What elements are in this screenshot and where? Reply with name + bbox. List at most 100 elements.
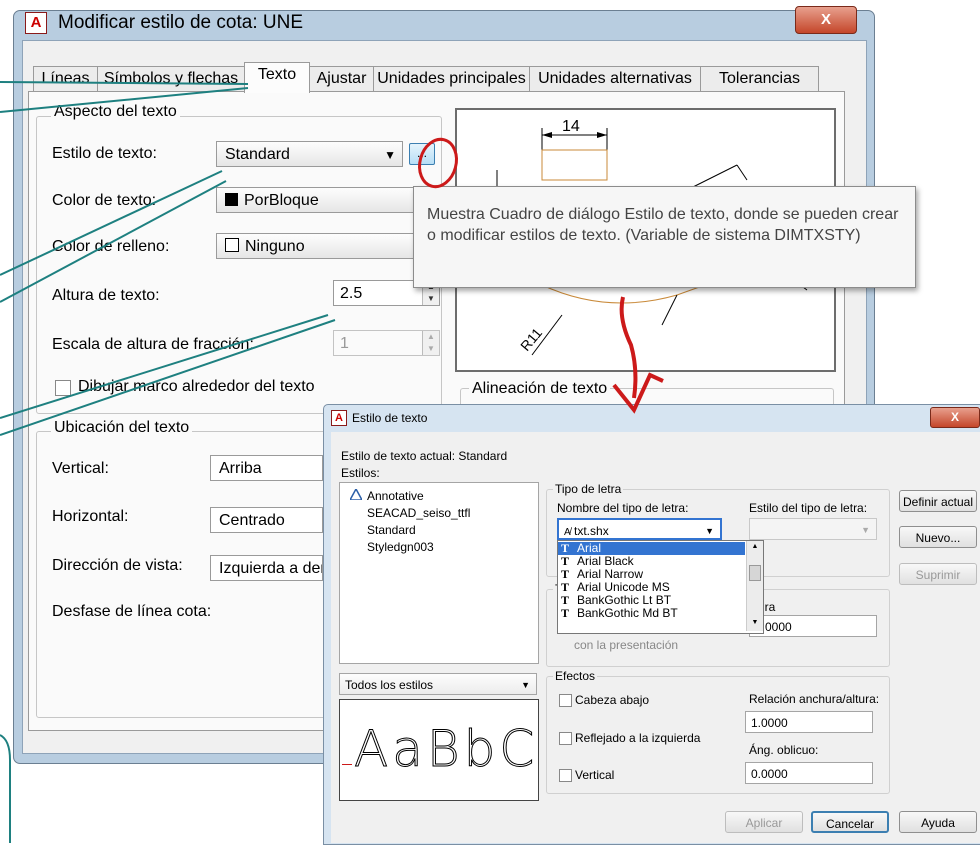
vertical-label: Vertical: <box>52 460 109 477</box>
text-style-dialog-title: Estilo de texto <box>352 411 428 425</box>
spin-updown-icon[interactable]: ▲▼ <box>422 331 439 355</box>
nombre-tipo-label: Nombre del tipo de letra: <box>557 501 689 515</box>
preview-sample-text: AaBbCc <box>354 720 539 779</box>
font-list-item-label: Arial Narrow <box>577 567 644 581</box>
color-relleno-label: Color de relleno: <box>52 238 170 255</box>
arrowhead-right-icon <box>597 132 607 138</box>
horizontal-label: Horizontal: <box>52 508 129 525</box>
tab-unidades-alternativas[interactable]: Unidades alternativas <box>529 66 701 91</box>
suprimir-button[interactable]: Suprimir <box>899 563 977 585</box>
altura-texto-value: 2.5 <box>340 285 363 302</box>
chevron-down-icon: ▼ <box>705 526 714 536</box>
chevron-down-icon: ▼ <box>384 148 396 162</box>
reflejado-checkbox[interactable] <box>559 732 572 745</box>
escala-fraccion-spinner[interactable]: 1 ▲ ▼ <box>333 330 440 356</box>
cancelar-button[interactable]: Cancelar <box>811 811 889 833</box>
altura-texto-label: Altura de texto: <box>52 287 160 304</box>
ayuda-button[interactable]: Ayuda <box>899 811 977 833</box>
font-list-item-label: Arial <box>577 541 602 555</box>
tab-unidades-principales[interactable]: Unidades principales <box>373 66 530 91</box>
tab-simbolos-flechas[interactable]: Símbolos y flechas <box>97 66 245 91</box>
nombre-tipo-value: txt.shx <box>574 524 609 538</box>
tooltip-text: Muestra Cuadro de diálogo Estilo de text… <box>427 206 899 244</box>
dim-tick-angled <box>736 164 748 181</box>
altura-input[interactable]: 0.0000 <box>749 615 877 637</box>
font-list-item-label: Arial Black <box>577 554 634 568</box>
cabeza-abajo-checkbox[interactable] <box>559 694 572 707</box>
color-texto-label: Color de texto: <box>52 192 157 209</box>
presentacion-label: con la presentación <box>574 638 679 652</box>
tab-texto[interactable]: Texto <box>244 62 310 93</box>
dim-leader-lower <box>661 294 678 326</box>
oblicuo-input[interactable]: 0.0000 <box>745 762 873 784</box>
style-preview: AaBbCc <box>339 699 539 801</box>
scroll-up-icon[interactable]: ▲ <box>747 541 763 553</box>
styles-list[interactable]: Annotative SEACAD_seiso_ttfl Standard St… <box>339 482 539 664</box>
relacion-input[interactable]: 1.0000 <box>745 711 873 733</box>
escala-fraccion-value: 1 <box>340 335 349 352</box>
nombre-tipo-select[interactable]: A̸ txt.shx ▼ <box>557 518 722 540</box>
oblicuo-label: Áng. oblicuo: <box>749 743 819 757</box>
ubicacion-texto-title: Ubicación del texto <box>51 419 193 437</box>
font-list-item-label: BankGothic Md BT <box>577 606 678 620</box>
annotative-icon <box>348 487 364 503</box>
estilo-texto-ellipsis-button[interactable]: ... <box>409 143 435 165</box>
color-swatch-black <box>225 193 238 206</box>
tab-ajustar[interactable]: Ajustar <box>309 66 374 91</box>
list-item[interactable]: Styledgn003 <box>367 540 434 554</box>
estilo-texto-value: Standard <box>225 146 290 163</box>
text-style-close-button[interactable]: X <box>930 407 980 428</box>
color-texto-value: PorBloque <box>244 192 319 209</box>
list-item[interactable]: SEACAD_seiso_ttfl <box>367 506 470 520</box>
estilo-texto-label: Estilo de texto: <box>52 145 157 162</box>
tab-lineas[interactable]: Líneas <box>33 66 98 91</box>
scroll-down-icon[interactable]: ▼ <box>747 617 763 629</box>
dim-text-r11: R11 <box>517 325 545 354</box>
arrowhead-left-icon <box>542 132 552 138</box>
font-dropdown-list[interactable]: T Arial T Arial Black T Arial Narrow T Arial… <box>557 540 764 634</box>
relacion-label: Relación anchura/altura: <box>749 692 880 706</box>
direccion-label: Dirección de vista: <box>52 557 183 574</box>
tab-tolerancias[interactable]: Tolerancias <box>700 66 819 91</box>
styles-filter-select[interactable]: Todos los estilos ▼ <box>339 673 537 695</box>
vertical-efecto-label: Vertical <box>575 768 615 782</box>
current-style-row: Estilo de texto actual: Standard <box>341 449 507 463</box>
styles-filter-value: Todos los estilos <box>345 678 434 692</box>
current-style-label: Estilo de texto actual: <box>341 449 456 463</box>
direccion-select[interactable]: Izquierda a der <box>210 555 323 581</box>
shx-font-icon: A̸ <box>564 527 571 538</box>
color-relleno-select[interactable]: Ninguno <box>216 233 416 259</box>
color-relleno-value: Ninguno <box>245 238 305 255</box>
dim-text-14: 14 <box>562 118 580 135</box>
efectos-title: Efectos <box>553 669 598 683</box>
list-item[interactable]: Annotative <box>367 489 424 503</box>
font-list-item-label: BankGothic Lt BT <box>577 593 672 607</box>
aplicar-button[interactable]: Aplicar <box>725 811 803 833</box>
vertical-select[interactable]: Arriba <box>210 455 323 481</box>
autocad-app-icon: A <box>25 12 47 34</box>
autocad-app-icon: A <box>331 410 347 426</box>
estilos-label: Estilos: <box>341 466 380 480</box>
escala-fraccion-label: Escala de altura de fracción: <box>52 336 254 353</box>
marco-label: Dibujar marco alrededor del texto <box>78 378 315 395</box>
cabeza-abajo-label: Cabeza abajo <box>575 693 650 707</box>
tooltip: Muestra Cuadro de diálogo Estilo de text… <box>413 186 916 288</box>
chevron-down-icon: ▼ <box>861 525 870 535</box>
horizontal-select[interactable]: Centrado <box>210 507 323 533</box>
alineacion-title: Alineación de texto <box>469 380 611 398</box>
scrollbar-thumb[interactable] <box>749 565 761 581</box>
nuevo-button[interactable]: Nuevo... <box>899 526 977 548</box>
main-dialog-close-button[interactable]: X <box>795 6 857 34</box>
estilo-tipo-select[interactable]: ▼ <box>749 518 877 540</box>
vertical-checkbox[interactable] <box>559 769 572 782</box>
desfase-label: Desfase de línea cota: <box>52 603 212 620</box>
font-list-scrollbar[interactable]: ▲ ▼ <box>746 541 763 631</box>
callout-line <box>0 734 11 843</box>
list-item[interactable]: Standard <box>367 523 416 537</box>
marco-checkbox[interactable] <box>55 380 71 396</box>
definir-actual-button[interactable]: Definir actual <box>899 490 977 512</box>
estilo-texto-select[interactable]: Standard ▼ <box>216 141 403 167</box>
font-list-item[interactable]: T BankGothic Md BT <box>558 607 763 620</box>
color-texto-select[interactable]: PorBloque <box>216 187 416 213</box>
font-list-item-label: Arial Unicode MS <box>577 580 670 594</box>
